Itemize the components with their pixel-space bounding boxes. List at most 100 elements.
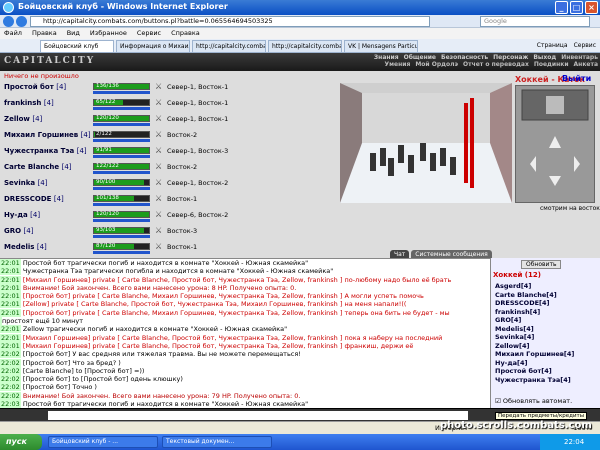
- chat-time[interactable]: 22:01: [0, 283, 21, 292]
- game-menu-knowledge[interactable]: Знания: [374, 54, 399, 61]
- game-menu-order[interactable]: Мой Ордолэ: [415, 61, 458, 68]
- chat-time[interactable]: 22:02: [0, 358, 21, 367]
- close-icon[interactable]: ×: [585, 1, 598, 14]
- chat-time[interactable]: 22:01: [0, 292, 21, 301]
- game-menu-skills[interactable]: Умения: [385, 61, 411, 68]
- chat-time[interactable]: 22:02: [0, 350, 21, 359]
- refresh-button[interactable]: Обновить: [521, 260, 562, 269]
- attack-icon[interactable]: ⚔: [155, 242, 162, 251]
- menu-help[interactable]: Справка: [171, 28, 200, 39]
- game-menu-transfers[interactable]: Отчет о переводах: [463, 61, 529, 68]
- online-user[interactable]: Чужестранка Тэа[4]: [495, 376, 571, 384]
- player-name[interactable]: Чужестранка Тэа [4]: [4, 147, 87, 155]
- game-menu-exit[interactable]: Выход: [533, 54, 556, 61]
- online-user[interactable]: GRO[4]: [495, 316, 521, 324]
- game-menu-security[interactable]: Безопасность: [441, 54, 488, 61]
- attack-icon[interactable]: ⚔: [155, 210, 162, 219]
- player-name[interactable]: Sevinka [4]: [4, 179, 47, 187]
- chat-time[interactable]: 22:01: [0, 341, 21, 350]
- chat-time[interactable]: 22:01: [0, 267, 21, 276]
- player-name[interactable]: Medelis [4]: [4, 243, 47, 251]
- game-menu-battles[interactable]: Поединки: [534, 61, 569, 68]
- game-menu-chat[interactable]: Общение: [404, 54, 436, 61]
- menu-file[interactable]: Файл: [4, 28, 22, 39]
- game-menu-inventory[interactable]: Инвентарь: [561, 54, 598, 61]
- tab-info[interactable]: Информация о Михаил Г...: [116, 40, 190, 53]
- player-name[interactable]: Zellow [4]: [4, 115, 42, 123]
- chat-time[interactable]: 22:01: [0, 333, 21, 342]
- player-name[interactable]: Ну-да [4]: [4, 211, 40, 219]
- chat-time[interactable]: 22:02: [0, 375, 21, 384]
- tab-vk[interactable]: VK | Mensagens Particulares: [344, 40, 418, 53]
- chat-time[interactable]: 22:01: [0, 308, 21, 317]
- online-user[interactable]: Ну-да[4]: [495, 359, 527, 367]
- online-user[interactable]: Carte Blanche[4]: [495, 291, 557, 299]
- menu-view[interactable]: Вид: [67, 28, 80, 39]
- attack-icon[interactable]: ⚔: [155, 178, 162, 187]
- attack-icon[interactable]: ⚔: [155, 114, 162, 123]
- minimize-icon[interactable]: _: [555, 1, 568, 14]
- attack-icon[interactable]: ⚔: [155, 82, 162, 91]
- maximize-icon[interactable]: □: [570, 1, 583, 14]
- tab-capitalcity-1[interactable]: http://capitalcity.combats...: [192, 40, 266, 53]
- taskbar-item-browser[interactable]: Бойцовский клуб - ...: [48, 436, 158, 448]
- forward-icon[interactable]: [16, 16, 27, 27]
- attack-icon[interactable]: ⚔: [155, 226, 162, 235]
- tab-tools: Страница Сервис: [537, 40, 596, 52]
- game-menu-character[interactable]: Персонаж: [493, 54, 528, 61]
- chat-text: Простой бот трагически погиб и находится…: [22, 400, 309, 408]
- attack-icon[interactable]: ⚔: [155, 130, 162, 139]
- player-name[interactable]: frankinsh [4]: [4, 99, 54, 107]
- game-menu-profile[interactable]: Анкета: [574, 61, 598, 68]
- online-user[interactable]: DRESSCODE[4]: [495, 299, 550, 307]
- attack-icon[interactable]: ⚔: [155, 194, 162, 203]
- minimap[interactable]: [515, 85, 595, 203]
- attack-icon[interactable]: ⚔: [155, 162, 162, 171]
- chat-input[interactable]: [48, 411, 468, 420]
- chat-time[interactable]: 22:01: [0, 325, 21, 334]
- chat-time[interactable]: 22:02: [0, 391, 21, 400]
- online-user[interactable]: Asgerd[4]: [495, 282, 531, 290]
- player-name[interactable]: Простой бот [4]: [4, 83, 66, 91]
- chat-time[interactable]: 22:02: [0, 383, 21, 392]
- exit-button[interactable]: Выйти: [562, 74, 591, 83]
- tools-menu[interactable]: Сервис: [574, 40, 596, 52]
- attack-icon[interactable]: ⚔: [155, 98, 162, 107]
- chat-time[interactable]: 22:02: [0, 366, 21, 375]
- arena-scene: [340, 83, 512, 203]
- player-name[interactable]: Михаил Горшинев [4]: [4, 131, 91, 139]
- menu-tools[interactable]: Сервис: [137, 28, 161, 39]
- chat-line: 22:01 [Простой бот] private [ Carte Blan…: [0, 308, 490, 317]
- online-user[interactable]: Sevinka[4]: [495, 333, 534, 341]
- player-name[interactable]: GRO [4]: [4, 227, 33, 235]
- auto-update-checkbox[interactable]: ☑ Обновлять автомат.: [495, 397, 572, 405]
- menu-favorites[interactable]: Избранное: [90, 28, 127, 39]
- chat-log[interactable]: 22:01 Простой бот трагически погиб и нах…: [0, 258, 490, 408]
- page-menu[interactable]: Страница: [537, 40, 568, 52]
- chat-time[interactable]: 22:03: [0, 400, 21, 408]
- arena-view: [340, 83, 512, 203]
- attack-icon[interactable]: ⚔: [155, 146, 162, 155]
- tab-capitalcity-2[interactable]: http://capitalcity.combats.com...: [268, 40, 342, 53]
- online-user[interactable]: frankinsh[4]: [495, 308, 540, 316]
- hp-bar: 91/91: [93, 147, 150, 154]
- online-user[interactable]: Простой бот[4]: [495, 367, 552, 375]
- chat-time[interactable]: 22:01: [0, 259, 21, 267]
- chat-time[interactable]: 22:01: [0, 275, 21, 284]
- player-name[interactable]: Carte Blanche [4]: [4, 163, 72, 171]
- online-user[interactable]: Михаил Горшинев[4]: [495, 350, 574, 358]
- start-button[interactable]: пуск: [0, 434, 42, 450]
- chat-time[interactable]: 22:01: [0, 300, 21, 309]
- url-input[interactable]: http://capitalcity.combats.com/buttons.p…: [30, 16, 430, 27]
- player-name[interactable]: DRESSCODE [4]: [4, 195, 64, 203]
- online-user[interactable]: Medelis[4]: [495, 325, 534, 333]
- player-location: Восток-2: [167, 131, 198, 139]
- search-input[interactable]: Google: [480, 16, 590, 27]
- menu-edit[interactable]: Правка: [32, 28, 57, 39]
- taskbar-item-notepad[interactable]: Текстовый докумен...: [162, 436, 272, 448]
- mp-bar: [93, 171, 150, 174]
- online-user[interactable]: Zellow[4]: [495, 342, 530, 350]
- tab-combats[interactable]: Бойцовский клуб: [40, 40, 114, 53]
- back-icon[interactable]: [3, 16, 14, 27]
- window-title: Бойцовский клуб - Windows Internet Explo…: [18, 2, 228, 11]
